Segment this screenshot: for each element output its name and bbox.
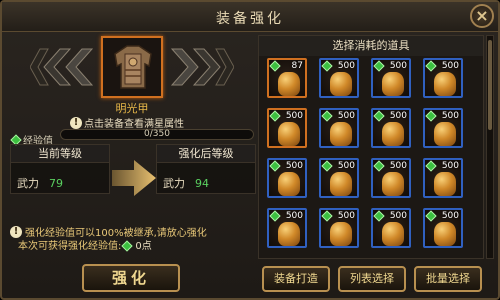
strengthen-button[interactable]: 强化 [82,264,180,292]
ore-icon [330,72,352,96]
green-gem-icon [425,160,437,172]
item-count: 87 [291,61,303,71]
equip-strengthen-window: 装备强化 × 明光甲 ! 点击装备查看满星属性 经验值 0/350 当前等级 武力… [0,0,500,300]
after-stat-name: 武力 [163,177,185,190]
ore-icon [278,72,300,96]
left-chevron-decoration [30,48,94,86]
item-count: 500 [441,61,459,71]
consumable-item[interactable]: 500 [267,108,307,148]
green-gem-icon [373,160,385,172]
batch-select-button[interactable]: 批量选择 [414,266,482,292]
green-gem-icon [321,160,333,172]
forge-button[interactable]: 装备打造 [262,266,330,292]
consumable-item[interactable]: 500 [423,108,463,148]
green-gem-icon [321,60,333,72]
ore-icon [278,222,300,246]
green-gem-icon [269,60,281,72]
ore-icon [278,122,300,146]
gain-label: 本次可获得强化经验值: [18,241,122,252]
exp-row: 经验值 0/350 [10,129,254,147]
item-count: 500 [285,211,303,221]
list-select-button[interactable]: 列表选择 [338,266,406,292]
consumables-scrollbar[interactable] [486,35,494,259]
exp-value: 0/350 [144,129,170,139]
right-chevron-decoration [170,48,234,86]
consumable-item[interactable]: 500 [423,158,463,198]
consumable-item[interactable]: 500 [319,108,359,148]
gain-notice: 本次可获得强化经验值: 0点 [18,237,152,252]
ore-icon [278,172,300,196]
consumable-item[interactable]: 500 [423,58,463,98]
ore-icon [382,122,404,146]
current-stat-name: 武力 [17,177,39,190]
consumable-item[interactable]: 500 [423,208,463,248]
item-count: 500 [285,111,303,121]
green-gem-icon [121,240,134,252]
after-stat-value: 94 [195,177,209,190]
item-count: 500 [285,161,303,171]
info-icon: ! [10,225,22,238]
close-button[interactable]: × [470,4,494,28]
green-gem-icon [373,110,385,122]
consumable-item[interactable]: 500 [371,208,411,248]
item-count: 500 [337,61,355,71]
item-count: 500 [337,211,355,221]
titlebar: 装备强化 × [2,2,498,32]
item-count: 500 [389,111,407,121]
item-count: 500 [441,211,459,221]
current-level-box: 当前等级 武力 79 [10,144,110,194]
consumable-item[interactable]: 500 [267,208,307,248]
ore-icon [382,72,404,96]
consumables-header: 选择消耗的道具 [259,36,483,56]
green-gem-icon [373,210,385,222]
green-gem-icon [269,210,281,222]
item-count: 500 [441,161,459,171]
green-gem-icon [269,160,281,172]
armor-icon [114,45,152,89]
green-gem-icon [321,210,333,222]
scroll-thumb[interactable] [488,40,492,130]
equipment-hint[interactable]: ! 点击装备查看满星属性 [70,112,184,130]
current-level-header: 当前等级 [11,145,109,163]
arrow-right-icon [112,160,156,196]
item-count: 500 [337,111,355,121]
consumable-item[interactable]: 500 [371,158,411,198]
item-count: 500 [441,111,459,121]
item-count: 500 [389,61,407,71]
info-icon: ! [70,116,82,129]
consumable-item[interactable]: 87 [267,58,307,98]
gain-value: 0点 [135,241,152,252]
ore-icon [382,172,404,196]
item-count: 500 [389,211,407,221]
green-gem-icon [425,110,437,122]
after-level-box: 强化后等级 武力 94 [156,144,256,194]
ore-icon [382,222,404,246]
exp-progress-bar: 0/350 [60,129,254,140]
item-count: 500 [337,161,355,171]
ore-icon [330,222,352,246]
ore-icon [330,172,352,196]
ore-icon [330,122,352,146]
after-level-header: 强化后等级 [157,145,255,163]
consumable-item[interactable]: 500 [319,158,359,198]
ore-icon [434,172,456,196]
green-gem-icon [373,60,385,72]
consumable-item[interactable]: 500 [267,158,307,198]
green-gem-icon [269,110,281,122]
ore-icon [434,122,456,146]
consumable-item[interactable]: 500 [371,58,411,98]
current-stat-value: 79 [49,177,63,190]
green-gem-icon [425,210,437,222]
consumable-item[interactable]: 500 [371,108,411,148]
consumable-item[interactable]: 500 [319,58,359,98]
ore-icon [434,72,456,96]
green-gem-icon [321,110,333,122]
equipment-slot[interactable] [101,36,163,98]
consumable-item[interactable]: 500 [319,208,359,248]
item-count: 500 [389,161,407,171]
ore-icon [434,222,456,246]
consumables-panel: 选择消耗的道具 87 500 500 500 500 500 500 500 500 500 500… [258,35,484,259]
green-gem-icon [425,60,437,72]
window-title: 装备强化 [216,11,284,27]
